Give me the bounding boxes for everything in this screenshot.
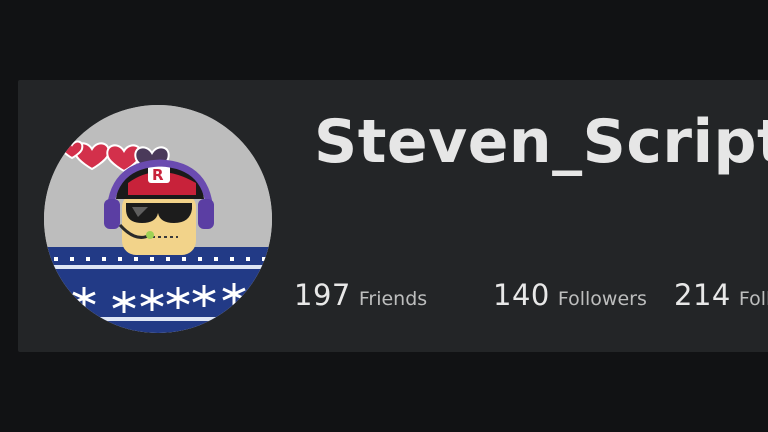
avatar[interactable]: R	[44, 105, 272, 333]
friends-stat[interactable]: 197 Friends	[294, 278, 427, 312]
followers-stat[interactable]: 140 Followers	[493, 278, 647, 312]
following-label: Following	[738, 288, 768, 310]
avatar-image: R	[44, 105, 272, 333]
following-stat[interactable]: 214 Following	[674, 278, 768, 312]
followers-count: 140	[493, 278, 550, 312]
friends-count: 197	[294, 278, 351, 312]
friends-label: Friends	[358, 288, 428, 310]
following-count: 214	[674, 278, 731, 312]
svg-text:R: R	[152, 166, 164, 184]
username: Steven_Scripts	[314, 107, 768, 177]
page: R Steven_Scripts 197 Friends 140 Followe…	[0, 0, 768, 432]
followers-label: Followers	[557, 288, 647, 310]
